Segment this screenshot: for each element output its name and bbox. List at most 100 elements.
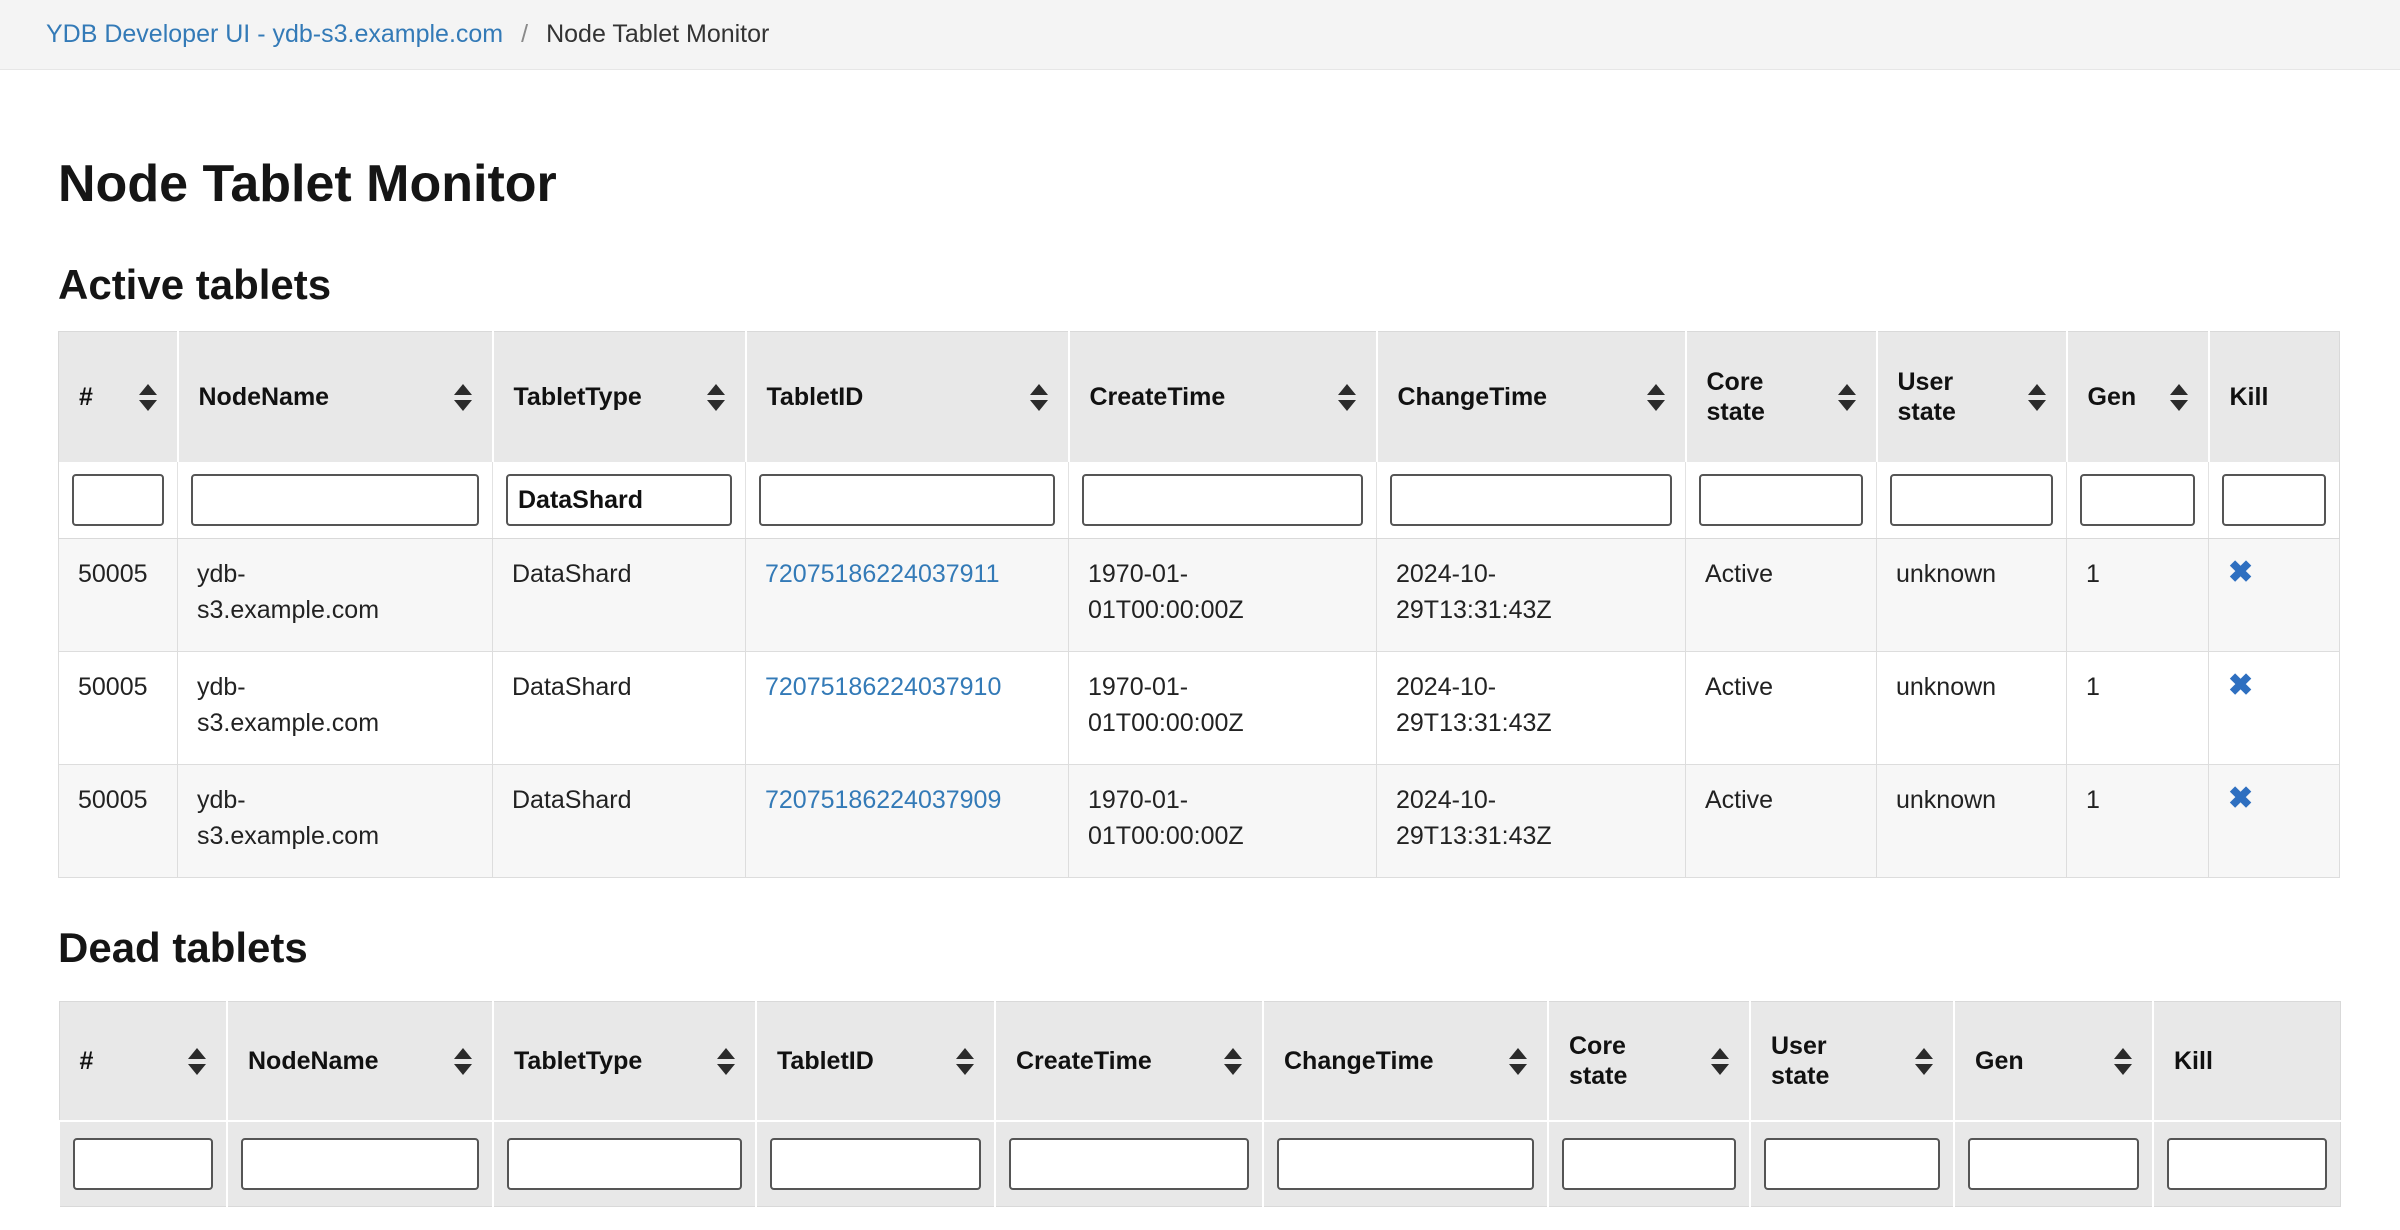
- column-label: Gen: [1975, 1046, 2024, 1077]
- filter-input-kill[interactable]: [2222, 474, 2326, 526]
- col-header-nodename[interactable]: NodeName: [227, 1002, 493, 1122]
- filter-input-tablettype[interactable]: [506, 474, 732, 526]
- nodename-text: ydb-s3.example.com: [197, 556, 397, 628]
- tablet-id-link[interactable]: 72075186224037910: [765, 673, 1001, 701]
- col-header-tablettype[interactable]: TabletType: [493, 332, 746, 463]
- breadcrumb: YDB Developer UI - ydb-s3.example.com / …: [0, 0, 2400, 70]
- filter-input-num[interactable]: [73, 1138, 213, 1190]
- col-header-gen[interactable]: Gen: [1954, 1002, 2153, 1122]
- tablet-id-link[interactable]: 72075186224037909: [765, 786, 1001, 814]
- sort-icon[interactable]: [2028, 384, 2046, 411]
- filter-input-kill[interactable]: [2167, 1138, 2327, 1190]
- filter-input-changetime[interactable]: [1390, 474, 1672, 526]
- column-label: Core state: [1569, 1031, 1653, 1092]
- filter-input-gen[interactable]: [1968, 1138, 2139, 1190]
- cell-tablettype: DataShard: [493, 765, 746, 878]
- sort-icon[interactable]: [1224, 1048, 1242, 1075]
- col-header-tabletid[interactable]: TabletID: [746, 332, 1069, 463]
- filter-input-changetime[interactable]: [1277, 1138, 1534, 1190]
- cell-num: 50005: [59, 652, 178, 765]
- filter-input-createtime[interactable]: [1082, 474, 1363, 526]
- col-header-tabletid[interactable]: TabletID: [756, 1002, 995, 1122]
- col-header-userstate[interactable]: User state: [1750, 1002, 1954, 1122]
- sort-icon[interactable]: [956, 1048, 974, 1075]
- cell-nodename: ydb-s3.example.com: [178, 539, 493, 652]
- col-header-createtime[interactable]: CreateTime: [1069, 332, 1377, 463]
- page-title: Node Tablet Monitor: [58, 156, 2342, 213]
- filter-input-num[interactable]: [72, 474, 164, 526]
- filter-input-corestate[interactable]: [1699, 474, 1863, 526]
- col-header-num[interactable]: #: [59, 332, 178, 463]
- sort-icon[interactable]: [1509, 1048, 1527, 1075]
- sort-icon[interactable]: [139, 384, 157, 411]
- filter-input-userstate[interactable]: [1890, 474, 2053, 526]
- filter-input-tabletid[interactable]: [759, 474, 1055, 526]
- col-header-createtime[interactable]: CreateTime: [995, 1002, 1263, 1122]
- cell-corestate: Active: [1686, 652, 1877, 765]
- filter-input-nodename[interactable]: [191, 474, 479, 526]
- column-label: Core state: [1707, 367, 1791, 428]
- sort-icon[interactable]: [454, 1048, 472, 1075]
- filter-input-userstate[interactable]: [1764, 1138, 1940, 1190]
- sort-icon[interactable]: [454, 384, 472, 411]
- cell-tabletid: 72075186224037910: [746, 652, 1069, 765]
- createtime-text: 1970-01-01T00:00:00Z: [1088, 556, 1288, 628]
- cell-nodename: ydb-s3.example.com: [178, 652, 493, 765]
- kill-button[interactable]: ✖: [2228, 556, 2253, 590]
- cell-kill: ✖: [2209, 539, 2340, 652]
- col-header-userstate[interactable]: User state: [1877, 332, 2067, 463]
- col-header-corestate[interactable]: Core state: [1686, 332, 1877, 463]
- breadcrumb-home-link[interactable]: YDB Developer UI - ydb-s3.example.com: [46, 20, 503, 49]
- cell-userstate: unknown: [1877, 652, 2067, 765]
- column-label: #: [80, 1046, 94, 1077]
- col-header-gen[interactable]: Gen: [2067, 332, 2209, 463]
- column-label: NodeName: [199, 382, 330, 413]
- sort-icon[interactable]: [717, 1048, 735, 1075]
- column-label: TabletType: [514, 1046, 642, 1077]
- col-header-tablettype[interactable]: TabletType: [493, 1002, 756, 1122]
- sort-icon[interactable]: [1030, 384, 1048, 411]
- column-label: NodeName: [248, 1046, 379, 1077]
- sort-icon[interactable]: [707, 384, 725, 411]
- sort-icon[interactable]: [1647, 384, 1665, 411]
- col-header-corestate[interactable]: Core state: [1548, 1002, 1750, 1122]
- filter-input-nodename[interactable]: [241, 1138, 479, 1190]
- sort-icon[interactable]: [1338, 384, 1356, 411]
- cell-changetime: 2024-10-29T13:31:43Z: [1377, 765, 1686, 878]
- createtime-text: 1970-01-01T00:00:00Z: [1088, 669, 1288, 741]
- filter-input-corestate[interactable]: [1562, 1138, 1736, 1190]
- dead-tablets-heading: Dead tablets: [58, 924, 2342, 971]
- column-label: ChangeTime: [1398, 382, 1548, 413]
- kill-button[interactable]: ✖: [2228, 669, 2253, 703]
- active-tablets-table: # NodeName TabletType TabletID CreateTim…: [58, 331, 2340, 878]
- dead-tablets-table: # NodeName TabletType TabletID CreateTim…: [58, 1001, 2341, 1207]
- table-row: 50005 ydb-s3.example.com DataShard 72075…: [59, 765, 2340, 878]
- sort-icon[interactable]: [188, 1048, 206, 1075]
- sort-icon[interactable]: [1711, 1048, 1729, 1075]
- breadcrumb-separator: /: [521, 20, 528, 49]
- cell-kill: ✖: [2209, 652, 2340, 765]
- sort-icon[interactable]: [1915, 1048, 1933, 1075]
- kill-button[interactable]: ✖: [2228, 782, 2253, 816]
- nodename-text: ydb-s3.example.com: [197, 782, 397, 854]
- col-header-changetime[interactable]: ChangeTime: [1263, 1002, 1548, 1122]
- tablet-id-link[interactable]: 72075186224037911: [765, 560, 1000, 588]
- sort-icon[interactable]: [1838, 384, 1856, 411]
- col-header-kill: Kill: [2209, 332, 2340, 463]
- filter-input-tablettype[interactable]: [507, 1138, 742, 1190]
- column-label: User state: [1898, 367, 1982, 428]
- cell-nodename: ydb-s3.example.com: [178, 765, 493, 878]
- changetime-text: 2024-10-29T13:31:43Z: [1396, 556, 1596, 628]
- column-label: Kill: [2174, 1046, 2213, 1077]
- col-header-nodename[interactable]: NodeName: [178, 332, 493, 463]
- col-header-num[interactable]: #: [59, 1002, 227, 1122]
- col-header-changetime[interactable]: ChangeTime: [1377, 332, 1686, 463]
- filter-input-gen[interactable]: [2080, 474, 2195, 526]
- cell-gen: 1: [2067, 765, 2209, 878]
- sort-icon[interactable]: [2114, 1048, 2132, 1075]
- sort-icon[interactable]: [2170, 384, 2188, 411]
- breadcrumb-current: Node Tablet Monitor: [546, 20, 769, 49]
- filter-input-tabletid[interactable]: [770, 1138, 981, 1190]
- filter-input-createtime[interactable]: [1009, 1138, 1249, 1190]
- cell-tablettype: DataShard: [493, 539, 746, 652]
